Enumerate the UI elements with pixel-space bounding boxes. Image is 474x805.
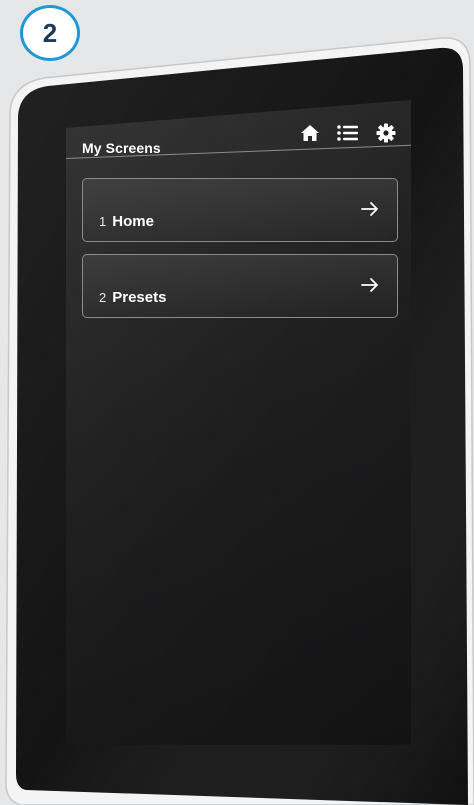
arrow-right-icon <box>361 202 378 216</box>
page-title: My Screens <box>82 140 161 156</box>
step-number: 2 <box>42 17 58 48</box>
screen-item-label: 1 Home <box>99 213 154 230</box>
stage: My Screens 1 Home 2 Presets 2 <box>0 0 474 805</box>
screen: My Screens 1 Home 2 Presets <box>66 100 411 745</box>
screen-item-index: 2 <box>99 290 107 305</box>
home-button[interactable] <box>299 122 321 144</box>
step-number-badge: 2 <box>20 5 80 61</box>
screen-item-index: 1 <box>99 214 107 229</box>
screen-item-name: Presets <box>112 289 167 306</box>
list-icon <box>337 125 358 141</box>
top-bar-icons <box>299 122 397 144</box>
settings-button[interactable] <box>375 122 397 144</box>
touch-panel-device: My Screens 1 Home 2 Presets <box>0 0 474 805</box>
screen-item-name: Home <box>112 213 154 230</box>
screen-list: 1 Home 2 Presets <box>82 178 398 330</box>
list-button[interactable] <box>337 122 359 144</box>
gear-icon <box>376 123 396 143</box>
arrow-right-icon <box>361 278 378 292</box>
home-icon <box>301 125 319 141</box>
screen-item-home[interactable]: 1 Home <box>82 178 398 242</box>
screen-item-label: 2 Presets <box>99 289 166 306</box>
screen-item-presets[interactable]: 2 Presets <box>82 254 398 318</box>
